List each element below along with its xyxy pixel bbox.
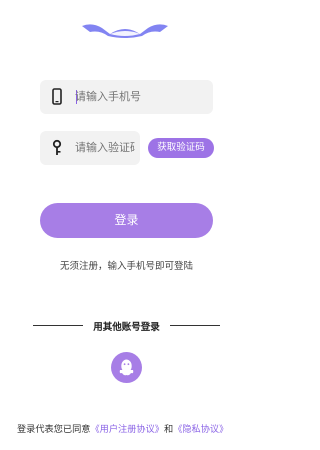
phone-icon (50, 88, 66, 106)
get-code-button[interactable]: 获取验证码 (148, 138, 214, 158)
privacy-agreement-link[interactable]: 《隐私协议》 (173, 424, 228, 435)
qq-icon (119, 359, 134, 376)
brand-logo (80, 20, 170, 40)
agreement-text: 登录代表您已同意《用户注册协议》和《隐私协议》 (17, 421, 228, 435)
agreement-prefix: 登录代表您已同意 (17, 424, 91, 435)
user-agreement-link[interactable]: 《用户注册协议》 (91, 424, 165, 435)
phone-field[interactable] (40, 80, 213, 114)
login-hint: 无须注册，输入手机号即可登陆 (59, 261, 193, 272)
key-icon (50, 139, 66, 157)
qq-login-button[interactable] (111, 352, 142, 383)
agreement-and: 和 (164, 424, 174, 435)
login-button[interactable]: 登录 (40, 203, 213, 238)
phone-input[interactable] (75, 80, 200, 114)
third-party-login-title: 用其他账号登录 (93, 322, 160, 333)
verification-code-input[interactable] (75, 131, 135, 165)
verification-code-field[interactable] (40, 131, 140, 165)
divider-right (170, 325, 220, 326)
